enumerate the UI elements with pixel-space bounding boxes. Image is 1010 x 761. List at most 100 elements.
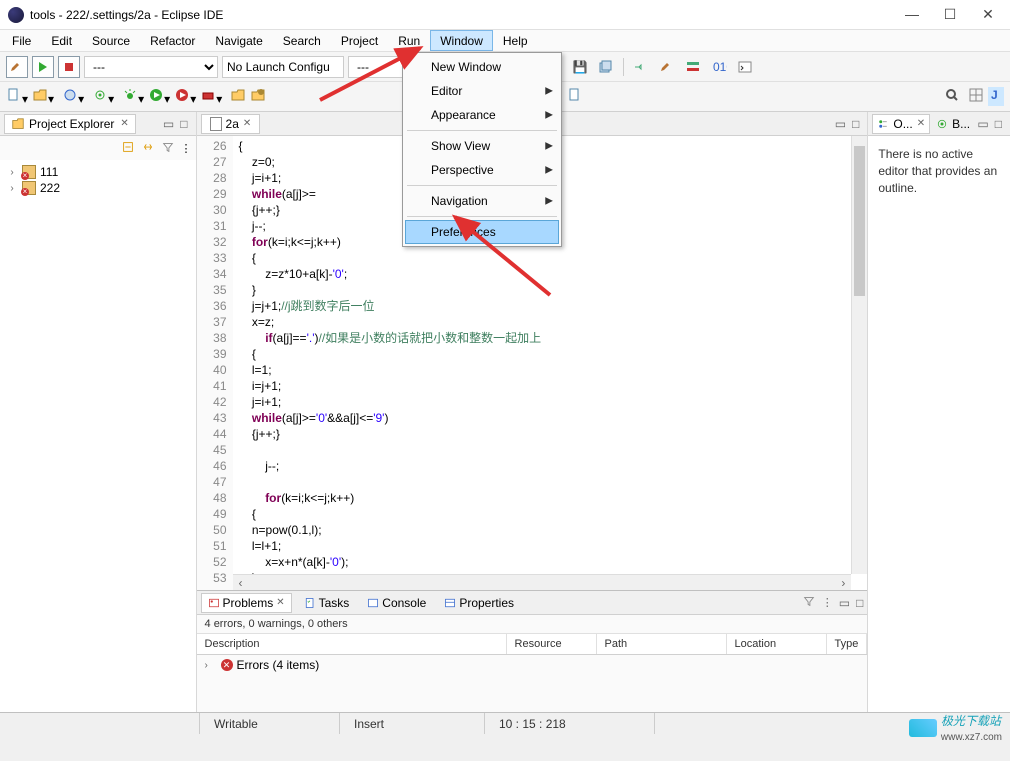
tree-node-222[interactable]: › 222 [2, 180, 194, 196]
problems-panel: Problems✕ Tasks Console Properties ⋮ ▭ □… [197, 590, 868, 712]
statusbar: Writable Insert 10 : 15 : 218 [0, 712, 1010, 734]
table-row[interactable]: › ✕ Errors (4 items) [197, 655, 868, 675]
outline-tab[interactable]: O...✕ [872, 114, 930, 134]
stop-button[interactable] [58, 56, 80, 78]
close-icon[interactable]: ✕ [118, 118, 128, 129]
maximize-button[interactable]: ☐ [940, 6, 960, 23]
minimize-view-icon[interactable]: ▭ [977, 117, 988, 131]
open-perspective-icon[interactable] [968, 87, 984, 106]
col-description[interactable]: Description [197, 634, 507, 654]
outline-icon [877, 118, 889, 130]
project-explorer-tab[interactable]: Project Explorer ✕ [4, 114, 136, 134]
terminal-icon[interactable] [734, 56, 756, 78]
ext-tools-icon[interactable]: ▾ [200, 87, 222, 106]
maximize-view-icon[interactable]: □ [856, 596, 863, 610]
project-tree[interactable]: › 111 › 222 [0, 160, 196, 712]
filter-icon[interactable] [802, 594, 816, 611]
menu-item-show-view[interactable]: Show View▶ [405, 134, 559, 158]
tab-console[interactable]: Console [361, 594, 432, 612]
scroll-thumb[interactable] [854, 146, 865, 296]
menu-window[interactable]: Window [430, 30, 493, 51]
minimize-button[interactable]: — [902, 6, 922, 23]
open-type-icon[interactable]: ▾ [62, 87, 84, 106]
col-location[interactable]: Location [727, 634, 827, 654]
menu-project[interactable]: Project [331, 30, 388, 51]
build-hammer-icon[interactable] [656, 56, 678, 78]
menu-item-editor[interactable]: Editor▶ [405, 79, 559, 103]
collapse-all-icon[interactable] [121, 140, 135, 157]
col-type[interactable]: Type [827, 634, 868, 654]
new-icon[interactable]: ▾ [6, 87, 28, 106]
java-perspective-icon[interactable]: J [988, 87, 1004, 106]
editor-tab-2a[interactable]: 2a ✕ [201, 114, 261, 134]
filter-icon[interactable] [161, 140, 175, 157]
save-all-icon[interactable] [595, 56, 617, 78]
build-button[interactable] [6, 56, 28, 78]
tab-tasks[interactable]: Tasks [298, 594, 356, 612]
minimize-view-icon[interactable]: ▭ [839, 596, 850, 610]
menu-item-preferences[interactable]: Preferences [405, 220, 559, 244]
close-button[interactable]: ✕ [978, 6, 998, 23]
run-button[interactable] [32, 56, 54, 78]
menu-item-navigation[interactable]: Navigation▶ [405, 189, 559, 213]
minimize-editor-icon[interactable]: ▭ [835, 117, 846, 131]
titlebar: tools - 222/.settings/2a - Eclipse IDE —… [0, 0, 1010, 30]
menu-navigate[interactable]: Navigate [205, 30, 272, 51]
coverage-run-icon[interactable]: ▾ [174, 87, 196, 106]
menu-file[interactable]: File [2, 30, 41, 51]
scroll-left-icon[interactable]: ‹ [233, 576, 249, 590]
project-icon [22, 165, 36, 179]
debug-icon[interactable]: ▾ [122, 87, 144, 106]
svg-text:010: 010 [713, 60, 727, 74]
pin-editor-icon[interactable] [567, 87, 583, 106]
watermark-url: www.xz7.com [941, 732, 1002, 743]
quick-access-icon[interactable] [944, 87, 960, 106]
col-resource[interactable]: Resource [507, 634, 597, 654]
coverage-icon[interactable] [682, 56, 704, 78]
menu-refactor[interactable]: Refactor [140, 30, 205, 51]
new-package-icon[interactable] [250, 87, 266, 106]
menu-help[interactable]: Help [493, 30, 538, 51]
expand-icon[interactable]: › [6, 183, 18, 194]
target-icon [936, 118, 948, 130]
maximize-view-icon[interactable]: □ [180, 117, 187, 131]
col-path[interactable]: Path [597, 634, 727, 654]
save-icon[interactable]: 💾 [569, 56, 591, 78]
file-icon [210, 117, 222, 131]
maximize-view-icon[interactable]: □ [995, 117, 1002, 131]
table-header[interactable]: Description Resource Path Location Type [197, 634, 868, 655]
launch-mode-combo[interactable]: --- [84, 56, 218, 78]
horizontal-scrollbar[interactable]: ‹› [233, 574, 852, 590]
view-menu-icon[interactable]: ⋮ [181, 142, 192, 155]
tab-properties[interactable]: Properties [438, 594, 520, 612]
link-editor-icon[interactable] [141, 140, 155, 157]
run-green-icon[interactable]: ▾ [148, 87, 170, 106]
minimize-view-icon[interactable]: ▭ [163, 117, 174, 131]
menu-search[interactable]: Search [273, 30, 331, 51]
menu-source[interactable]: Source [82, 30, 140, 51]
maximize-editor-icon[interactable]: □ [852, 117, 859, 131]
expand-icon[interactable]: › [205, 660, 217, 671]
menu-item-perspective[interactable]: Perspective▶ [405, 158, 559, 182]
binary-icon[interactable]: 010 [708, 56, 730, 78]
menu-edit[interactable]: Edit [41, 30, 82, 51]
build-targets-tab[interactable]: B... [932, 115, 974, 133]
menu-item-new-window[interactable]: New Window [405, 55, 559, 79]
expand-icon[interactable]: › [6, 167, 18, 178]
status-cell-1 [0, 713, 200, 734]
open-icon[interactable]: ▾ [32, 87, 54, 106]
debug-launch-icon[interactable]: ▾ [92, 87, 114, 106]
view-menu-icon[interactable]: ⋮ [822, 596, 833, 609]
eclipse-icon [8, 7, 24, 23]
menu-item-appearance[interactable]: Appearance▶ [405, 103, 559, 127]
close-icon[interactable]: ✕ [243, 118, 251, 129]
menu-run[interactable]: Run [388, 30, 430, 51]
tree-node-111[interactable]: › 111 [2, 164, 194, 180]
vertical-scrollbar[interactable] [851, 136, 867, 574]
launch-config-combo[interactable] [222, 56, 344, 78]
tab-problems[interactable]: Problems✕ [201, 593, 292, 613]
scroll-right-icon[interactable]: › [835, 576, 851, 590]
toggle-breadcrumb-icon[interactable] [630, 56, 652, 78]
new-folder-icon[interactable] [230, 87, 246, 106]
tree-label: 111 [40, 165, 58, 179]
